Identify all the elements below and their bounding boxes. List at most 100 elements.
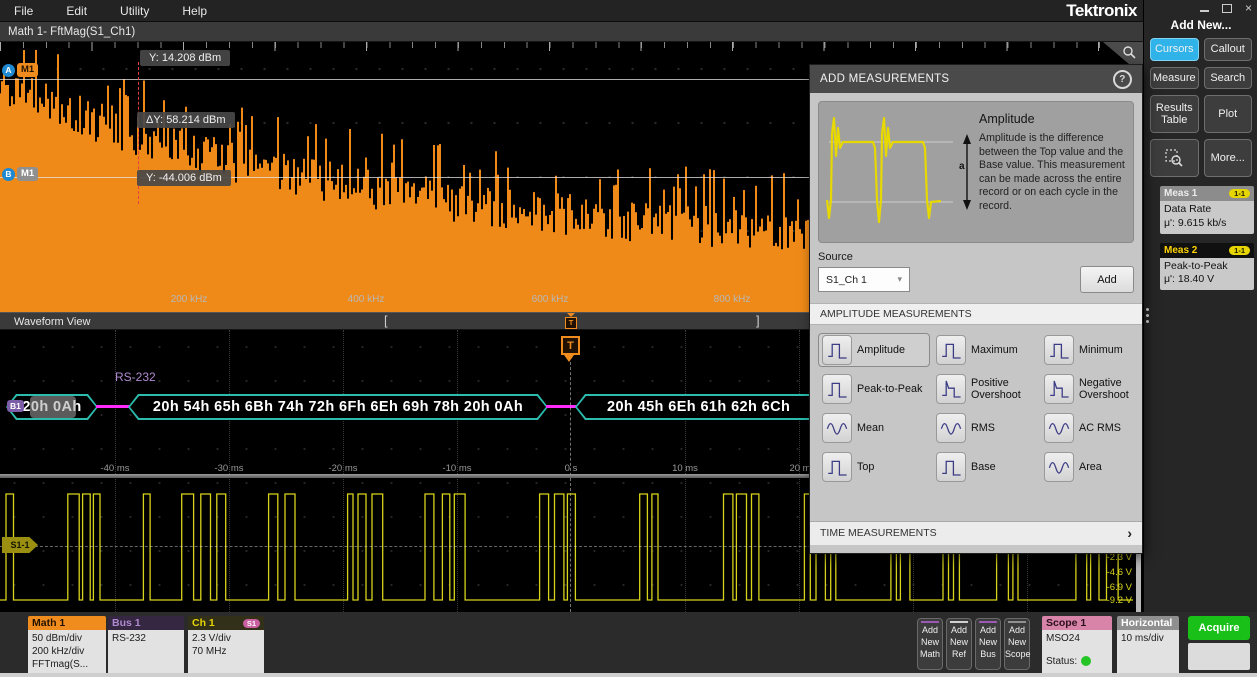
zoom-select-button[interactable] [1150, 139, 1199, 177]
measurement-rms[interactable]: RMS [932, 411, 1038, 445]
results-table-button[interactable]: Results Table [1150, 95, 1199, 133]
acquire-secondary-box[interactable] [1188, 643, 1250, 670]
freq-label-400k: 400 kHz [336, 294, 396, 305]
source-dropdown[interactable]: S1_Ch 1 ▾ [818, 267, 910, 292]
measurement-preview: a Amplitude Amplitude is the difference … [818, 101, 1134, 243]
cursor-b-readout: Y: -44.006 dBm [137, 170, 231, 186]
sine-icon [936, 413, 966, 443]
add-new-math-button[interactable]: AddNewMath [917, 618, 943, 670]
search-button[interactable]: Search [1204, 67, 1253, 90]
measurement-mean[interactable]: Mean [818, 411, 930, 445]
menu-utility[interactable]: Utility [120, 4, 149, 18]
sine-icon [1044, 413, 1074, 443]
horizontal-badge[interactable]: Horizontal 10 ms/div [1117, 616, 1179, 676]
source-label: Source [818, 251, 1134, 263]
add-new-title: Add New... [1144, 18, 1257, 32]
meas2-value: μ': 18.40 V [1164, 273, 1250, 287]
bus-packet: 20h 54h 65h 6Bh 74h 72h 6Fh 6Eh 69h 78h … [128, 394, 548, 420]
volt-label: -9.2 V [1086, 595, 1132, 606]
measurement-area[interactable]: Area [1040, 450, 1134, 484]
meas1-type: Data Rate [1164, 203, 1250, 217]
acquire-button[interactable]: Acquire [1188, 616, 1250, 640]
zoom-left-bracket: [ [384, 312, 388, 330]
add-measurements-dialog: ADD MEASUREMENTS ? a [810, 65, 1142, 553]
s1-tag: S1 [243, 619, 260, 628]
add-new-bus-button[interactable]: AddNewBus [975, 618, 1001, 670]
overshoot-icon [1044, 374, 1074, 404]
preview-title: Amplitude [979, 112, 1129, 126]
meas2-type: Peak-to-Peak [1164, 260, 1250, 274]
zoom-select-icon [1164, 148, 1184, 168]
sine-icon [822, 413, 852, 443]
meas1-badge[interactable]: Meas 1 1-1 Data Rate μ': 9.615 kb/s [1160, 186, 1254, 233]
meas2-count-badge: 1-1 [1229, 246, 1250, 255]
plot-button[interactable]: Plot [1204, 95, 1253, 133]
volt-label: -2.3 V [1086, 552, 1132, 563]
add-new-scope-button[interactable]: AddNewScope [1004, 618, 1030, 670]
add-button[interactable]: Add [1080, 266, 1134, 293]
measurement-peak-to-peak[interactable]: Peak-to-Peak [818, 372, 930, 406]
fft-view-titlebar: Math 1- FftMag(S1_Ch1) [0, 22, 1143, 42]
measurement-grid: Amplitude Maximum Minimum Peak-to-Peak P… [818, 333, 1134, 484]
bus-idle-line [96, 405, 130, 408]
cursor-a-handle[interactable]: A M1 [2, 63, 38, 77]
measurement-top[interactable]: Top [818, 450, 930, 484]
dialog-resize-grip[interactable] [1146, 308, 1149, 323]
pulse-icon [1044, 335, 1074, 365]
measurement-ac-rms[interactable]: AC RMS [1040, 411, 1134, 445]
measurement-maximum[interactable]: Maximum [932, 333, 1038, 367]
measurement-amplitude[interactable]: Amplitude [818, 333, 930, 367]
chevron-right-icon: › [1127, 528, 1132, 538]
magnifier-icon [1122, 45, 1138, 61]
pulse-icon [822, 374, 852, 404]
restore-icon[interactable] [1222, 4, 1232, 13]
time-measurements-expander[interactable]: TIME MEASUREMENTS › [810, 521, 1142, 545]
math1-badge[interactable]: Math 1 50 dBm/div 200 kHz/div FFTmag(S..… [28, 616, 106, 676]
measurement-minimum[interactable]: Minimum [1040, 333, 1134, 367]
bus1-handle-badge[interactable]: B1 [7, 400, 24, 412]
menu-help[interactable]: Help [182, 4, 207, 18]
measure-button[interactable]: Measure [1150, 67, 1199, 90]
trigger-mini-marker[interactable]: T [565, 313, 577, 329]
pulse-icon [936, 452, 966, 482]
trigger-flag-tail [564, 355, 574, 362]
cursors-button[interactable]: Cursors [1150, 38, 1199, 61]
callout-button[interactable]: Callout [1204, 38, 1253, 61]
scope1-badge[interactable]: Scope 1 MSO24 Status: [1042, 616, 1112, 676]
dialog-title: ADD MEASUREMENTS [820, 73, 949, 85]
help-icon[interactable]: ? [1113, 70, 1132, 89]
more-button[interactable]: More... [1204, 139, 1253, 177]
freq-label-600k: 600 kHz [520, 294, 580, 305]
bus-decode-label: RS-232 [115, 370, 156, 384]
amplitude-section-header: AMPLITUDE MEASUREMENTS [810, 303, 1142, 325]
menu-edit[interactable]: Edit [66, 4, 87, 18]
freq-label-800k: 800 kHz [702, 294, 762, 305]
time-label: -30 ms [207, 463, 251, 474]
dialog-titlebar[interactable]: ADD MEASUREMENTS ? [810, 65, 1142, 93]
time-label: -40 ms [93, 463, 137, 474]
amplitude-arrow: a [959, 104, 975, 240]
measurement-base[interactable]: Base [932, 450, 1038, 484]
pulse-icon [822, 452, 852, 482]
meas1-value: μ': 9.615 kb/s [1164, 217, 1250, 231]
time-label: -10 ms [435, 463, 479, 474]
measurement-negative-overshoot[interactable]: Negative Overshoot [1040, 372, 1134, 406]
window-controls: × [1200, 3, 1252, 13]
trigger-mini-label: T [565, 317, 577, 329]
ch1-badge[interactable]: Ch 1 S1 2.3 V/div 70 MHz [188, 616, 264, 676]
close-icon[interactable]: × [1245, 3, 1252, 13]
bus1-badge[interactable]: Bus 1 RS-232 [108, 616, 184, 676]
minimize-icon[interactable] [1200, 10, 1209, 12]
chevron-down-icon: ▾ [897, 274, 902, 285]
bus-drag-handle[interactable] [30, 396, 76, 418]
measurement-positive-overshoot[interactable]: Positive Overshoot [932, 372, 1038, 406]
meas2-badge[interactable]: Meas 2 1-1 Peak-to-Peak μ': 18.40 V [1160, 243, 1254, 290]
cursor-b-badge: B [2, 168, 15, 181]
trigger-flag[interactable]: T [561, 336, 580, 355]
menu-file[interactable]: File [14, 4, 33, 18]
status-bar: Math 1 50 dBm/div 200 kHz/div FFTmag(S..… [0, 612, 1257, 677]
add-new-ref-button[interactable]: AddNewRef [946, 618, 972, 670]
amplitude-annotation: a [959, 161, 965, 172]
cursor-b-handle[interactable]: B M1 [2, 167, 38, 181]
volt-label: -4.6 V [1086, 567, 1132, 578]
